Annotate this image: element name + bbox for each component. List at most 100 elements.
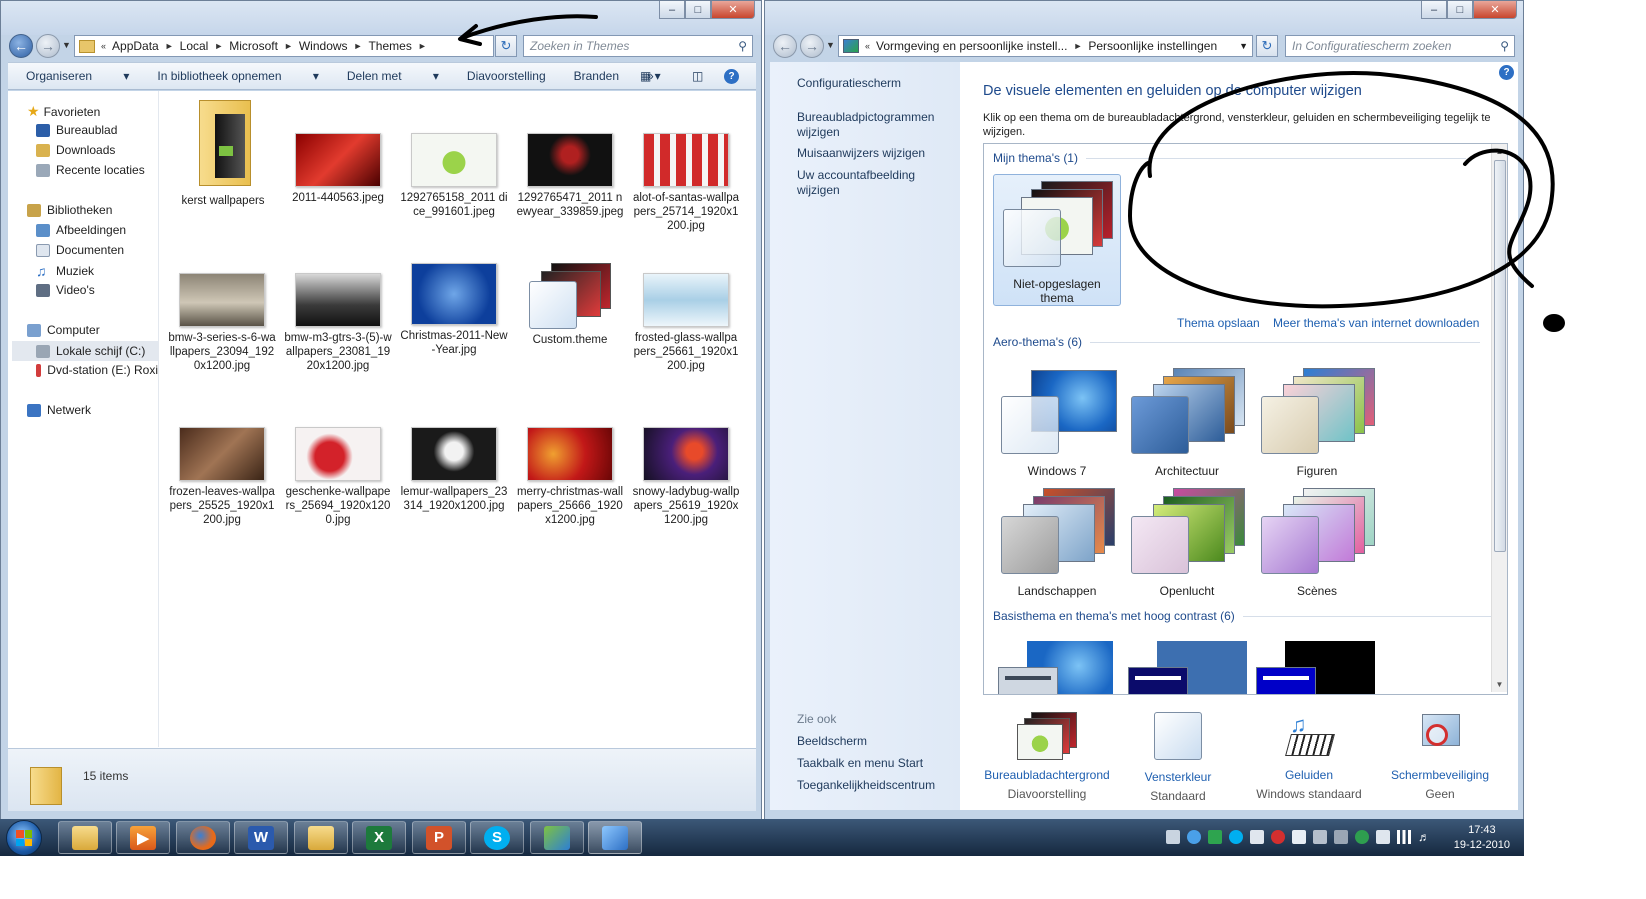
nav-music[interactable]: ♫ Muziek [36,263,94,279]
close-button[interactable]: ✕ [711,1,755,19]
file-item[interactable]: frosted-glass-wallpapers_25661_1920x1200… [632,273,740,373]
nav-dvd-drive[interactable]: Dvd-station (E:) Roxi [36,363,158,377]
tray-icon[interactable] [1313,830,1327,844]
back-button[interactable]: ← [9,34,33,58]
slideshow-button[interactable]: Diavoorstelling [467,69,546,83]
nav-videos[interactable]: Video's [36,283,95,297]
control-panel-refresh-button[interactable]: ↻ [1256,35,1278,57]
breadcrumb-item[interactable]: Vormgeving en persoonlijke instell... [876,39,1067,53]
include-in-library-button[interactable]: In bibliotheek opnemen ▾ [157,69,318,83]
tray-icon[interactable] [1376,830,1390,844]
theme-high-contrast-black[interactable] [1256,641,1375,694]
nav-documents[interactable]: Documenten [36,243,124,257]
search-icon[interactable]: ⚲ [1500,36,1509,56]
file-item[interactable]: frozen-leaves-wallpapers_25525_1920x1200… [168,427,276,527]
file-item[interactable]: merry-christmas-wallpapers_25666_1920x12… [516,427,624,527]
breadcrumb-overflow-icon[interactable]: « [865,41,870,51]
account-picture-link[interactable]: Uw accountafbeelding wijzigen [797,168,960,198]
tray-icon[interactable] [1208,830,1222,844]
file-item[interactable]: geschenke-wallpapers_25694_1920x1200.jpg [284,427,392,527]
nav-local-disk[interactable]: Lokale schijf (C:) [12,341,158,361]
sounds-setting[interactable]: ♫ Geluiden Windows standaard [1234,712,1384,801]
ease-of-access-link[interactable]: Toegankelijkheidscentrum [797,778,935,793]
taskbar-powerpoint-button[interactable]: P [412,821,466,854]
taskbar-folder-button[interactable] [294,821,348,854]
nav-recent-places[interactable]: Recente locaties [36,163,145,177]
theme-unsaved[interactable]: Niet-opgeslagen thema [993,174,1121,306]
maximize-button[interactable]: □ [685,1,711,19]
window-color-setting[interactable]: Vensterkleur Standaard [1103,712,1253,803]
file-item[interactable]: Christmas-2011-New-Year.jpg [400,263,508,357]
breadcrumb-item[interactable]: Local [180,39,209,53]
start-button[interactable] [6,820,42,856]
theme-architecture[interactable]: Architectuur [1123,366,1251,478]
desktop-background-setting[interactable]: Bureaubladachtergrond Diavoorstelling [972,712,1122,801]
scroll-down-icon[interactable]: ▼ [1492,677,1507,692]
tray-icon[interactable] [1355,830,1369,844]
taskbar-word-button[interactable]: W [234,821,288,854]
theme-high-contrast-1[interactable] [1128,641,1247,694]
file-item[interactable]: alot-of-santas-wallpapers_25714_1920x120… [632,133,740,233]
theme-landscapes[interactable]: Landschappen [993,486,1121,598]
breadcrumb-item[interactable]: AppData [112,39,159,53]
control-panel-titlebar[interactable] [765,1,1523,35]
organize-button[interactable]: Organiseren ▾ [26,69,129,83]
explorer-titlebar[interactable] [1,1,761,35]
breadcrumb-overflow-icon[interactable]: « [101,41,106,51]
file-item[interactable]: 1292765158_2011 dice_991601.jpeg [400,133,508,219]
taskbar-skype-button[interactable]: S [470,821,524,854]
explorer-address-bar[interactable]: « AppData ► Local ► Microsoft ► Windows ► Th… [74,35,494,57]
taskbar-excel-button[interactable]: X [352,821,406,854]
taskbar-explorer-button[interactable] [58,821,112,854]
nav-desktop[interactable]: Bureaublad [36,123,117,137]
theme-nature[interactable]: Openlucht [1123,486,1251,598]
recent-pages-icon[interactable]: ▼ [826,40,835,50]
theme-basic[interactable] [998,641,1113,694]
display-link[interactable]: Beeldscherm [797,734,867,749]
forward-button[interactable]: → [36,34,60,58]
minimize-button[interactable]: – [1421,1,1447,19]
maximize-button[interactable]: □ [1447,1,1473,19]
tray-icon[interactable] [1229,830,1243,844]
file-item[interactable]: snowy-ladybug-wallpapers_25619_1920x1200… [632,427,740,527]
back-button[interactable]: ← [773,34,797,58]
preview-pane-icon[interactable]: ◫ [692,69,703,83]
forward-button[interactable]: → [800,34,824,58]
address-dropdown-icon[interactable]: ▼ [1239,41,1248,51]
breadcrumb-item[interactable]: Windows [299,39,348,53]
tray-icon[interactable] [1292,830,1306,844]
view-options-icon[interactable]: ▦ ▾ [640,69,661,83]
nav-pictures[interactable]: Afbeeldingen [36,223,126,237]
file-item[interactable]: 2011-440563.jpeg [284,133,392,205]
nav-favorites[interactable]: ★ Favorieten [27,103,100,120]
burn-button[interactable]: Branden [574,69,619,83]
theme-scenes[interactable]: Scènes [1253,486,1381,598]
help-icon[interactable]: ? [724,68,739,84]
file-item[interactable]: lemur-wallpapers_23314_1920x1200.jpg [400,427,508,513]
nav-libraries[interactable]: Bibliotheken [27,203,112,217]
taskbar-control-panel-button[interactable] [588,821,642,854]
share-with-button[interactable]: Delen met ▾ [347,69,439,83]
tray-icon[interactable] [1334,830,1348,844]
file-item[interactable]: bmw-3-series-s-6-wallpapers_23094_1920x1… [168,273,276,373]
breadcrumb-item[interactable]: Themes [368,39,411,53]
minimize-button[interactable]: – [659,1,685,19]
taskbar-media-player-button[interactable]: ▶ [116,821,170,854]
clock[interactable]: 17:43 19-12-2010 [1454,823,1510,853]
control-panel-search-input[interactable]: In Configuratiescherm zoeken ⚲ [1285,35,1515,57]
nav-network[interactable]: Netwerk [27,403,91,417]
control-panel-home-link[interactable]: Configuratiescherm [797,76,901,91]
taskbar-messenger-button[interactable] [530,821,584,854]
volume-icon[interactable]: ♬ [1418,830,1432,844]
taskbar-firefox-button[interactable] [176,821,230,854]
nav-computer[interactable]: Computer [27,323,100,337]
tray-icon[interactable] [1187,830,1201,844]
theme-characters[interactable]: Figuren [1253,366,1381,478]
tray-icon[interactable] [1271,830,1285,844]
control-panel-address-bar[interactable]: « Vormgeving en persoonlijke instell... ►… [838,35,1253,57]
nav-downloads[interactable]: Downloads [36,143,115,157]
search-icon[interactable]: ⚲ [738,36,747,56]
file-item[interactable]: Custom.theme [516,263,624,347]
breadcrumb-item[interactable]: Microsoft [229,39,278,53]
file-item[interactable]: bmw-m3-gtrs-3-(5)-wallpapers_23081_1920x… [284,273,392,373]
